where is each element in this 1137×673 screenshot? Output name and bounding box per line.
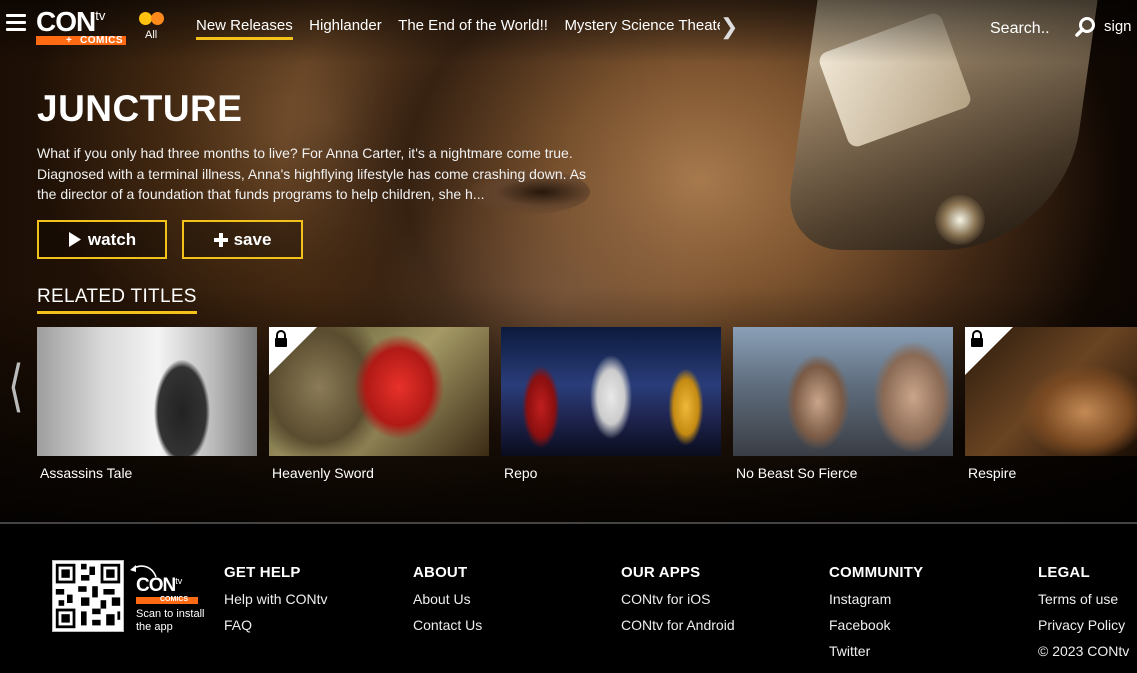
- card-thumbnail: [269, 327, 489, 456]
- logo-wordmark: CON: [36, 6, 96, 37]
- carousel-prev-arrow-icon[interactable]: ⟨: [8, 355, 24, 419]
- nav-next-arrow-icon[interactable]: ❯: [720, 14, 738, 40]
- footer-column-our-apps: OUR APPS CONtv for iOS CONtv for Android: [621, 564, 735, 643]
- footer-link-privacy[interactable]: Privacy Policy: [1038, 617, 1129, 634]
- footer-link-ios[interactable]: CONtv for iOS: [621, 591, 735, 608]
- card-title: Assassins Tale: [40, 465, 133, 481]
- category-nav: New Releases Highlander The End of the W…: [196, 17, 720, 41]
- footer-column-title: ABOUT: [413, 564, 468, 581]
- app-qr-code[interactable]: CONtv COMICS Scan to install the app: [52, 560, 207, 634]
- footer-link-facebook[interactable]: Facebook: [829, 617, 923, 634]
- footer-column-title: LEGAL: [1038, 564, 1090, 581]
- related-titles-heading: RELATED TITLES: [37, 286, 197, 314]
- contv-logo[interactable]: CONtv + COMICS: [36, 8, 128, 46]
- footer-link-about-us[interactable]: About Us: [413, 591, 482, 608]
- nav-item-mystery-science-theater[interactable]: Mystery Science Theater 3000: [564, 17, 720, 37]
- plus-icon: [213, 232, 228, 247]
- logo-comics: COMICS: [80, 35, 123, 46]
- footer-link-faq[interactable]: FAQ: [224, 617, 327, 634]
- footer-column-title: OUR APPS: [621, 564, 701, 581]
- footer-logo-wordmark: CON: [136, 575, 176, 596]
- footer-column-title: GET HELP: [224, 564, 301, 581]
- menu-icon[interactable]: [6, 14, 26, 32]
- all-label: All: [145, 29, 158, 41]
- save-button[interactable]: save: [182, 220, 303, 259]
- footer-logo-comics: COMICS: [160, 596, 188, 603]
- card-title: Heavenly Sword: [272, 465, 374, 481]
- related-card-assassins-tale[interactable]: Assassins Tale: [37, 327, 257, 481]
- channel-dot-icon: [151, 12, 164, 25]
- sign-in-link[interactable]: sign: [1104, 18, 1132, 35]
- card-thumbnail: [37, 327, 257, 456]
- card-title: Repo: [504, 465, 538, 481]
- card-title: Respire: [968, 465, 1017, 481]
- top-header: CONtv + COMICS All New Releases Highland…: [0, 0, 1137, 54]
- logo-tv: tv: [95, 8, 106, 23]
- lock-icon: [971, 330, 983, 347]
- copyright-text: © 2023 CONtv: [1038, 643, 1130, 659]
- qr-code-icon: [52, 560, 124, 632]
- search-icon[interactable]: [1074, 16, 1096, 38]
- card-title: No Beast So Fierce: [736, 465, 858, 481]
- related-card-heavenly-sword[interactable]: Heavenly Sword: [269, 327, 489, 481]
- footer-column-title: COMMUNITY: [829, 564, 924, 581]
- lock-icon: [275, 330, 287, 347]
- footer-logo-bar: COMICS: [136, 596, 198, 604]
- watch-button[interactable]: watch: [37, 220, 167, 259]
- search-input[interactable]: [990, 20, 1060, 38]
- footer-link-instagram[interactable]: Instagram: [829, 591, 923, 608]
- related-card-respire[interactable]: Respire: [965, 327, 1137, 481]
- footer-column-about: ABOUT About Us Contact Us: [413, 564, 482, 643]
- card-thumbnail: [501, 327, 721, 456]
- footer-link-android[interactable]: CONtv for Android: [621, 617, 735, 634]
- site-footer: CONtv COMICS Scan to install the app GET…: [0, 522, 1137, 673]
- footer-link-help[interactable]: Help with CONtv: [224, 591, 327, 608]
- card-thumbnail: [733, 327, 953, 456]
- related-card-no-beast-so-fierce[interactable]: No Beast So Fierce: [733, 327, 953, 481]
- watch-button-label: watch: [87, 229, 137, 249]
- footer-logo-tv: tv: [175, 576, 183, 586]
- footer-link-twitter[interactable]: Twitter: [829, 643, 923, 660]
- footer-column-legal: LEGAL Terms of use Privacy Policy © 2023…: [1038, 564, 1129, 660]
- card-thumbnail: [965, 327, 1137, 456]
- qr-caption: Scan to install the app: [136, 608, 205, 633]
- all-channels-button[interactable]: All: [138, 12, 168, 42]
- nav-item-new-releases[interactable]: New Releases: [196, 17, 293, 40]
- play-icon: [68, 232, 81, 247]
- footer-link-contact-us[interactable]: Contact Us: [413, 617, 482, 634]
- logo-plus: +: [66, 35, 72, 46]
- footer-column-get-help: GET HELP Help with CONtv FAQ: [224, 564, 327, 643]
- nav-item-highlander[interactable]: Highlander: [309, 17, 382, 37]
- footer-logo: CONtv COMICS: [136, 576, 198, 604]
- footer-link-terms[interactable]: Terms of use: [1038, 591, 1129, 608]
- save-button-label: save: [233, 229, 272, 249]
- feature-description: What if you only had three months to liv…: [37, 145, 586, 202]
- nav-item-end-of-the-world[interactable]: The End of the World!!: [398, 17, 548, 37]
- footer-column-community: COMMUNITY Instagram Facebook Twitter: [829, 564, 923, 669]
- feature-title: JUNCTURE: [37, 88, 243, 129]
- related-card-repo[interactable]: Repo: [501, 327, 721, 481]
